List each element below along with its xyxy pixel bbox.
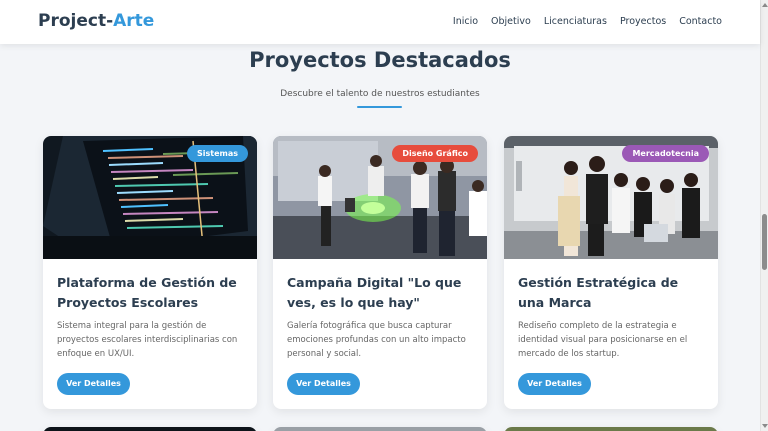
nav-link-contacto[interactable]: Contacto	[679, 16, 722, 27]
project-title: Gestión Estratégica de una Marca	[518, 275, 679, 310]
view-details-button[interactable]: Ver Detalles	[287, 373, 360, 395]
view-details-button[interactable]: Ver Detalles	[518, 373, 591, 395]
project-card-diseno: Diseño Gráfico Campaña Digital "Lo que v…	[273, 136, 487, 409]
page-scrollbar[interactable]	[760, 0, 768, 431]
nav-link-proyectos[interactable]: Proyectos	[620, 16, 666, 27]
section-title: Proyectos Destacados	[249, 48, 511, 72]
project-card-next-3	[504, 427, 718, 431]
nav-link-inicio[interactable]: Inicio	[453, 16, 478, 27]
nav-links: Inicio Objetivo Licenciaturas Proyectos …	[453, 16, 722, 27]
nav-link-licenciaturas[interactable]: Licenciaturas	[544, 16, 607, 27]
brand-logo[interactable]: Project-Arte	[38, 11, 154, 31]
category-badge: Sistemas	[186, 145, 248, 162]
nav-link-objetivo[interactable]: Objetivo	[491, 16, 531, 27]
category-badge: Mercadotecnia	[622, 145, 709, 162]
project-title: Plataforma de Gestión de Proyectos Escol…	[57, 275, 237, 310]
view-details-button[interactable]: Ver Detalles	[57, 373, 130, 395]
project-description: Galería fotográfica que busca capturar e…	[287, 321, 466, 359]
project-description: Rediseño completo de la estrategia e ide…	[518, 321, 688, 359]
project-title: Campaña Digital "Lo que ves, es lo que h…	[287, 275, 462, 310]
scroll-up-icon[interactable]	[762, 3, 768, 7]
title-underline	[357, 106, 402, 108]
project-card-next-2	[273, 427, 487, 431]
section-subtitle: Descubre el talento de nuestros estudian…	[280, 89, 480, 99]
category-badge: Diseño Gráfico	[392, 145, 478, 162]
scrollbar-thumb[interactable]	[762, 214, 767, 270]
brand-part2: Arte	[113, 11, 155, 31]
project-image-code: Sistemas	[43, 136, 257, 259]
navbar: Project-Arte Inicio Objetivo Licenciatur…	[0, 0, 760, 44]
project-image-event: Diseño Gráfico	[273, 136, 487, 259]
brand-part1: Project-	[38, 11, 114, 31]
project-card-sistemas: Sistemas Plataforma de Gestión de Proyec…	[43, 136, 257, 409]
project-image-team: Mercadotecnia	[504, 136, 718, 259]
project-description: Sistema integral para la gestión de proy…	[57, 321, 238, 359]
scroll-down-icon[interactable]	[762, 424, 768, 428]
project-card-mercadotecnia: Mercadotecnia Gestión Estratégica de una…	[504, 136, 718, 409]
project-card-next-1	[43, 427, 257, 431]
